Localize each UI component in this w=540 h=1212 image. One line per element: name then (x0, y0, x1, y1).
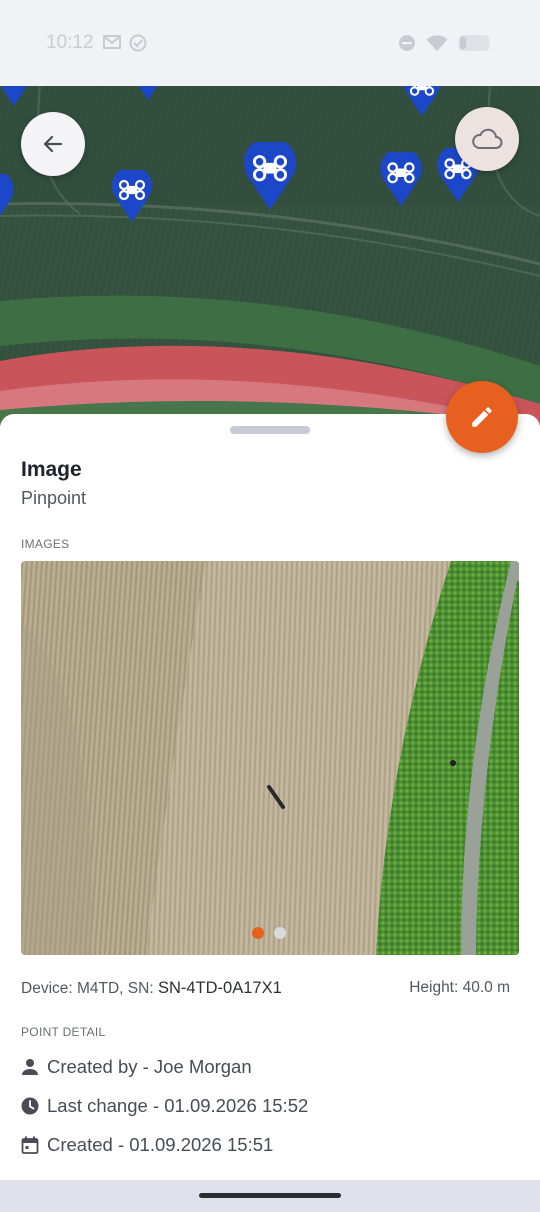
battery-icon (458, 34, 492, 57)
edit-button[interactable] (446, 381, 518, 453)
created-row: Created - 01.09.2026 15:51 (21, 1132, 273, 1158)
created-by-row: Created by - Joe Morgan (21, 1054, 252, 1080)
images-section-label: IMAGES (21, 537, 70, 551)
home-indicator[interactable] (199, 1193, 341, 1198)
aerial-photo (21, 561, 519, 955)
cloud-sync-button[interactable] (455, 107, 519, 171)
serial-number: SN-4TD-0A17X1 (157, 979, 282, 997)
carousel-dot-active[interactable] (252, 927, 264, 939)
calendar-icon (21, 1136, 39, 1154)
drone-marker-selected[interactable] (244, 142, 296, 210)
clock-icon (21, 1097, 39, 1115)
status-right-icons (398, 34, 492, 57)
drone-marker[interactable] (0, 174, 16, 224)
gmail-icon (103, 34, 121, 57)
flight-height: Height: 40.0 m (409, 979, 510, 996)
status-left-icons (103, 34, 147, 57)
back-button[interactable] (21, 112, 85, 176)
sheet-title: Image (21, 458, 82, 481)
status-time: 10:12 (46, 32, 94, 53)
pencil-icon (472, 407, 492, 427)
sheet-subtitle: Pinpoint (21, 488, 87, 508)
arrow-left-icon (43, 135, 63, 153)
drone-marker[interactable] (112, 170, 152, 222)
last-change-text: Last change - 01.09.2026 15:52 (47, 1095, 309, 1116)
dnd-icon (398, 34, 416, 57)
point-detail-section-label: POINT DETAIL (21, 1025, 106, 1039)
device-info: Device: M4TD, SN: SN-4TD-0A17X1 (21, 979, 282, 998)
drone-marker[interactable] (0, 86, 28, 106)
image-metadata: Device: M4TD, SN: SN-4TD-0A17X1 Height: … (21, 979, 519, 1001)
cloud-icon (472, 128, 503, 149)
carousel-dots (252, 927, 286, 939)
created-text: Created - 01.09.2026 15:51 (47, 1134, 274, 1155)
drone-marker[interactable] (403, 86, 441, 116)
gesture-nav-bar (0, 1180, 540, 1212)
screen: 10:12 Image Pinpoint IMAGES Device: M4TD… (0, 0, 540, 1212)
status-bar: 10:12 (0, 0, 540, 86)
carousel-dot[interactable] (274, 927, 286, 939)
image-carousel[interactable] (21, 561, 519, 955)
drone-marker[interactable] (380, 152, 422, 206)
drone-marker[interactable] (135, 86, 161, 100)
sheet-drag-handle[interactable] (230, 426, 310, 434)
last-change-row: Last change - 01.09.2026 15:52 (21, 1093, 308, 1119)
wifi-icon (426, 34, 448, 57)
device-label: Device: M4TD, SN: (21, 980, 154, 997)
person-icon (21, 1058, 39, 1076)
detail-sheet: Image Pinpoint IMAGES Device: M4TD, SN: … (0, 414, 540, 1180)
created-by-text: Created by - Joe Morgan (47, 1056, 252, 1077)
check-circle-icon (129, 34, 147, 57)
